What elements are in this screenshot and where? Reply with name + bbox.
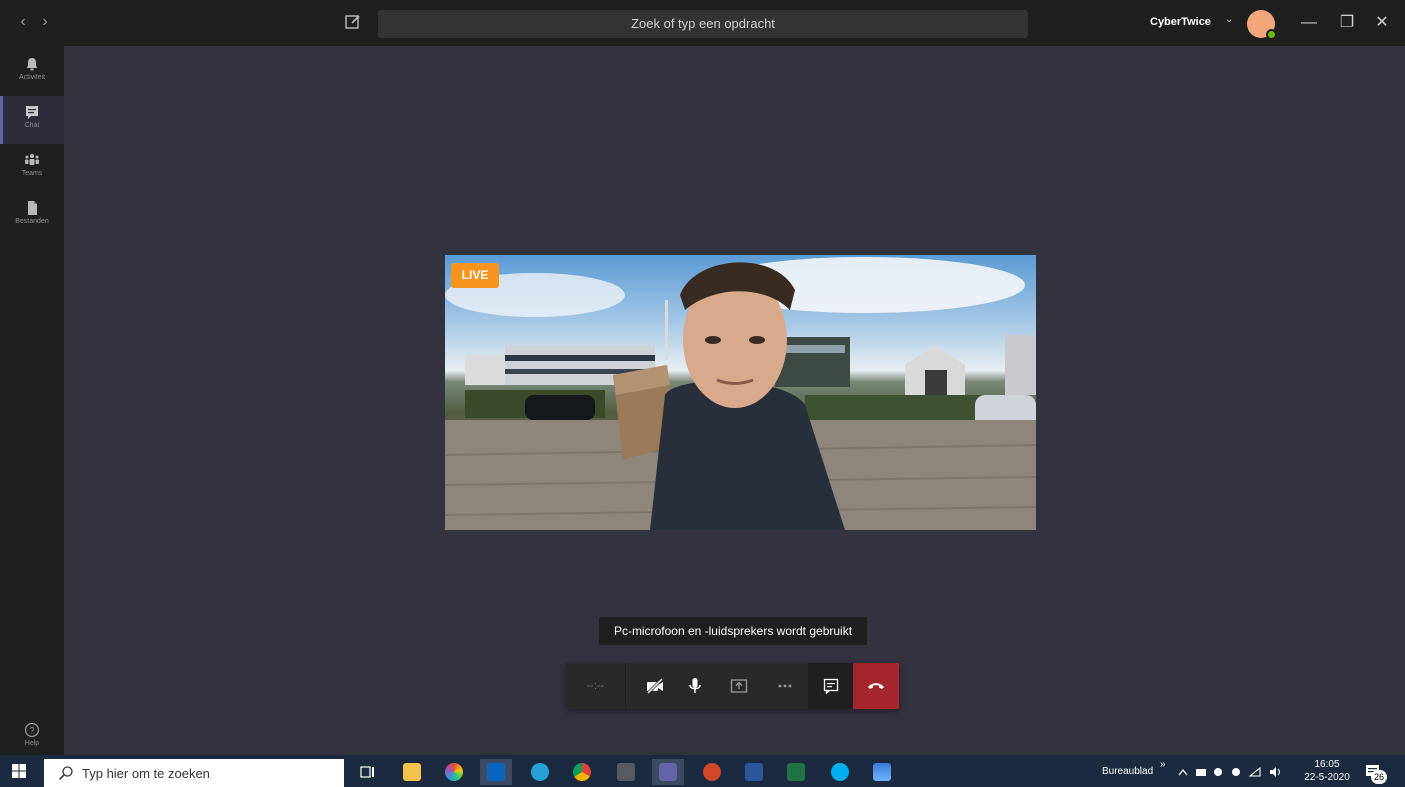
task-view-icon: [360, 766, 374, 778]
rail-item-label: Teams: [21, 170, 43, 177]
command-search-input[interactable]: Zoek of typ een opdracht: [378, 10, 1028, 38]
live-badge: LIVE: [451, 263, 499, 288]
rail-item-label: Activiteit: [18, 74, 46, 81]
taskbar-search-input[interactable]: Typ hier om te zoeken: [44, 759, 344, 787]
audio-device-tooltip: Pc-microfoon en -luidsprekers wordt gebr…: [599, 617, 867, 645]
skype-icon: [831, 763, 849, 781]
desktop-toolbar-label[interactable]: Bureaublad: [1102, 766, 1153, 777]
svg-text:?: ?: [29, 726, 34, 736]
system-tray-icons[interactable]: [1178, 766, 1288, 778]
rail-item-files[interactable]: Bestanden: [0, 192, 64, 240]
taskbar-clock[interactable]: 16:05 22-5-2020: [1302, 758, 1352, 784]
teams-window: ‹ › Zoek of typ een opdracht CyberTwice …: [0, 0, 1405, 787]
taskbar-app-teams[interactable]: [652, 759, 684, 785]
word-icon: [745, 763, 763, 781]
back-button[interactable]: ‹: [14, 12, 32, 32]
share-screen-icon: [730, 679, 748, 693]
taskbar-app-word[interactable]: [738, 759, 770, 785]
close-button[interactable]: ✕: [1371, 12, 1393, 34]
more-icon: [778, 684, 792, 688]
chevron-down-icon[interactable]: ⌄: [1225, 14, 1233, 25]
video-frame: [445, 257, 1036, 530]
presence-status-icon: [1266, 29, 1277, 40]
taskbar-app-paint[interactable]: [438, 759, 470, 785]
participant-video[interactable]: [445, 255, 1036, 530]
task-view-button[interactable]: [352, 759, 384, 785]
minimize-button[interactable]: —: [1298, 12, 1320, 34]
hang-up-icon: [868, 683, 884, 689]
teams-app-icon: [659, 763, 677, 781]
rail-item-label: Chat: [24, 122, 40, 129]
taskbar-app-chrome[interactable]: [566, 759, 598, 785]
call-timer: --:--: [566, 663, 626, 709]
edge-icon: [531, 763, 549, 781]
help-icon: ?: [24, 722, 40, 738]
camera-off-icon: [646, 677, 664, 695]
windows-start-icon[interactable]: [12, 764, 26, 778]
clock-date: 22-5-2020: [1304, 772, 1350, 783]
chat-icon: [26, 106, 38, 119]
excel-icon: [787, 763, 805, 781]
share-screen-button[interactable]: [716, 663, 762, 709]
taskbar-app-photos[interactable]: [866, 759, 898, 785]
outlook-icon: [487, 763, 505, 781]
taskbar-search-placeholder: Typ hier om te zoeken: [82, 766, 210, 781]
app-rail: Activiteit Chat Teams Bestanden ? Help: [0, 46, 64, 755]
calculator-icon: [617, 763, 635, 781]
teams-icon: [25, 154, 39, 165]
folder-icon: [403, 763, 421, 781]
more-actions-button[interactable]: [762, 663, 808, 709]
maximize-button[interactable]: ❐: [1336, 12, 1358, 34]
bell-icon: [26, 58, 38, 71]
powerpoint-icon: [703, 763, 721, 781]
search-icon: [58, 766, 73, 781]
taskbar-app-explorer[interactable]: [396, 759, 428, 785]
taskbar-app-outlook[interactable]: [480, 759, 512, 785]
rail-item-activity[interactable]: Activiteit: [0, 48, 64, 96]
windows-taskbar: Typ hier om te zoeken Bureaublad » 16:05…: [0, 755, 1405, 787]
forward-button[interactable]: ›: [36, 12, 54, 32]
taskbar-app-browser[interactable]: [524, 759, 556, 785]
taskbar-app-calculator[interactable]: [610, 759, 642, 785]
taskbar-app-excel[interactable]: [780, 759, 812, 785]
photos-icon: [873, 763, 891, 781]
toolbar-expand-icon[interactable]: »: [1160, 759, 1166, 770]
chrome-icon: [573, 763, 591, 781]
rail-item-label: Help: [24, 740, 40, 747]
user-name[interactable]: CyberTwice: [1150, 16, 1211, 28]
title-bar: ‹ › Zoek of typ een opdracht CyberTwice …: [0, 0, 1405, 46]
call-controls: --:--: [566, 663, 899, 709]
color-wheel-icon: [445, 763, 463, 781]
taskbar-app-skype[interactable]: [824, 759, 856, 785]
avatar[interactable]: [1247, 10, 1277, 40]
rail-item-teams[interactable]: Teams: [0, 144, 64, 192]
files-icon: [28, 201, 37, 215]
taskbar-app-powerpoint[interactable]: [696, 759, 728, 785]
compose-icon[interactable]: [344, 13, 362, 31]
clock-time: 16:05: [1314, 759, 1340, 770]
notification-count-badge: 26: [1371, 770, 1387, 784]
show-conversation-button[interactable]: [808, 663, 853, 709]
microphone-button[interactable]: [672, 663, 718, 709]
chat-icon: [823, 678, 838, 695]
rail-item-label: Bestanden: [15, 218, 49, 225]
microphone-icon: [689, 678, 701, 693]
hang-up-button[interactable]: [853, 663, 899, 709]
rail-item-chat[interactable]: Chat: [0, 96, 64, 144]
